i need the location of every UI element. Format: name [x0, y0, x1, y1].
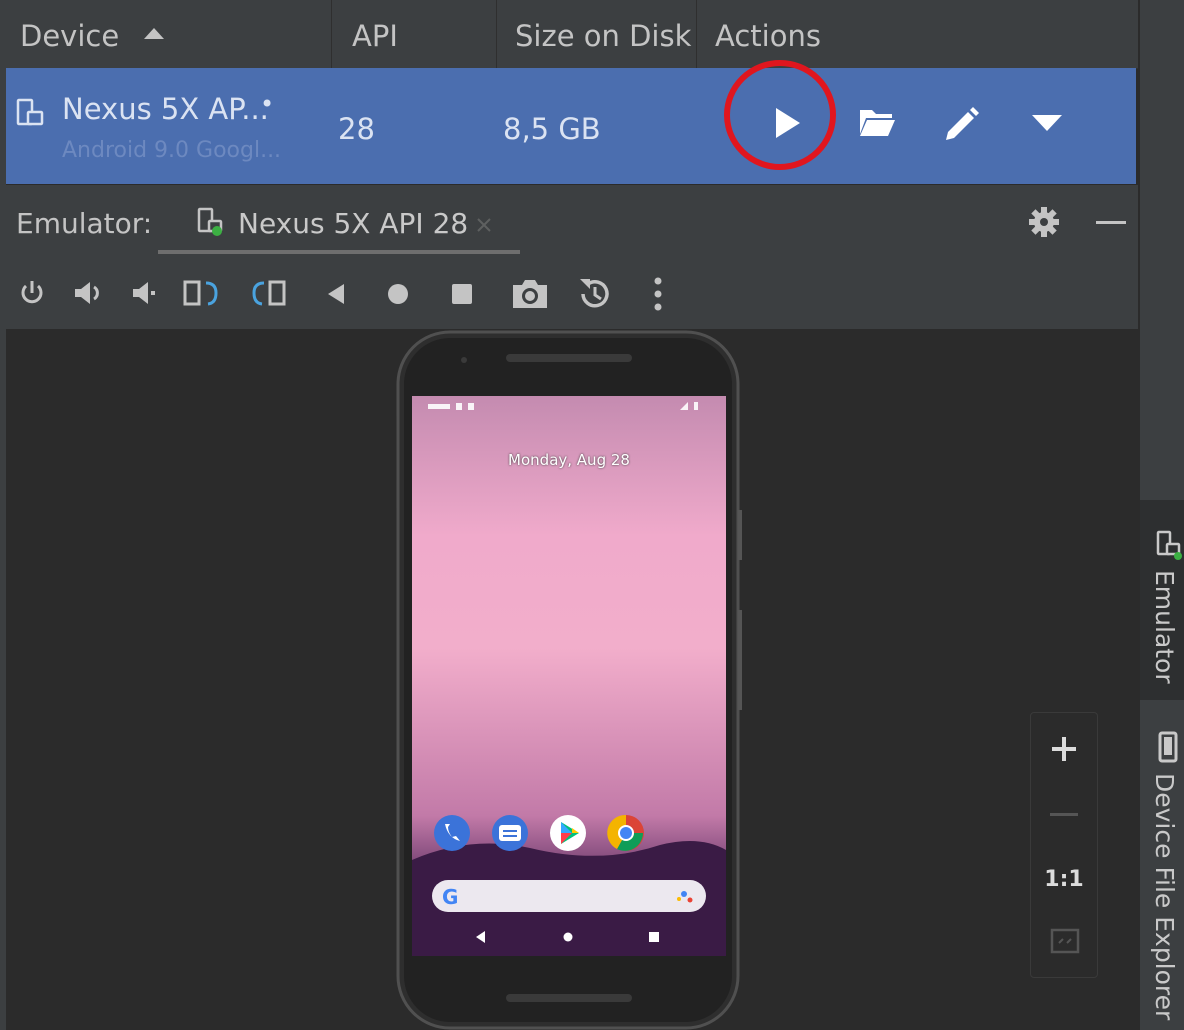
back-icon[interactable] — [324, 282, 348, 306]
snapshot-restore-icon[interactable] — [576, 275, 614, 313]
emulator-label: Emulator: — [16, 207, 153, 240]
device-table-header: Device API Size on Disk Actions — [6, 0, 1138, 69]
zoom-actual-size-button[interactable]: 1:1 — [1031, 867, 1097, 892]
power-icon[interactable] — [18, 279, 46, 307]
column-header-device-label: Device — [20, 19, 120, 53]
rotate-right-icon[interactable] — [182, 277, 224, 309]
tab-nexus-5x[interactable]: Nexus 5X API 28 — [158, 185, 520, 257]
side-tab-emulator[interactable]: Emulator — [1140, 500, 1184, 700]
tab-title: Nexus 5X API 28 — [238, 207, 469, 240]
home-icon[interactable] — [386, 282, 410, 306]
fit-to-window-icon[interactable] — [1050, 928, 1080, 954]
edit-pencil-icon[interactable] — [942, 104, 980, 142]
zoom-in-icon[interactable] — [1050, 735, 1078, 763]
highlight-circle — [724, 60, 836, 170]
emulator-device-icon — [197, 207, 223, 236]
column-header-size[interactable]: Size on Disk — [515, 0, 691, 68]
active-tab-underline — [158, 250, 520, 254]
overview-icon[interactable] — [450, 282, 474, 306]
device-status-dot: • — [260, 90, 275, 118]
zoom-controls: 1:1 — [1030, 712, 1098, 978]
settings-gear-icon[interactable] — [1028, 206, 1060, 238]
sort-ascending-icon — [144, 28, 165, 39]
folder-open-icon[interactable] — [858, 106, 896, 138]
rotate-left-icon[interactable] — [248, 277, 290, 309]
more-options-icon[interactable] — [652, 275, 664, 313]
volume-down-icon[interactable] — [130, 279, 158, 307]
close-tab-icon[interactable] — [476, 217, 492, 233]
device-file-explorer-icon — [1158, 731, 1178, 763]
device-api: 28 — [338, 112, 375, 146]
column-header-actions[interactable]: Actions — [715, 0, 821, 68]
side-tab-emulator-label: Emulator — [1150, 570, 1179, 684]
screenshot-camera-icon[interactable] — [510, 277, 550, 311]
more-actions-dropdown-icon[interactable] — [1030, 112, 1064, 134]
device-size: 8,5 GB — [503, 112, 601, 146]
lockscreen-date: Monday, Aug 28 — [508, 451, 630, 469]
volume-up-icon[interactable] — [72, 279, 106, 307]
emulator-side-icon — [1156, 530, 1182, 560]
emulator-tab-bar: Emulator: Nexus 5X API 28 — [6, 185, 1138, 257]
zoom-out-icon[interactable] — [1050, 813, 1078, 816]
column-header-device[interactable]: Device — [20, 0, 166, 68]
minimize-panel-icon[interactable] — [1096, 221, 1126, 224]
column-header-api[interactable]: API — [352, 0, 398, 68]
device-subtitle: Android 9.0 Googl... — [62, 138, 282, 163]
svg-text:G: G — [442, 885, 458, 909]
device-row[interactable]: Nexus 5X AP... • Android 9.0 Googl... 28… — [6, 60, 1136, 184]
device-phone-icon — [16, 98, 44, 126]
side-tab-device-file-explorer[interactable]: Device File Explorer — [1140, 725, 1184, 1030]
emulator-toolbar — [6, 257, 1138, 329]
phone-device-frame[interactable]: G — [390, 330, 750, 1030]
device-name: Nexus 5X AP... — [62, 92, 269, 126]
side-tab-device-file-explorer-label: Device File Explorer — [1150, 773, 1179, 1021]
